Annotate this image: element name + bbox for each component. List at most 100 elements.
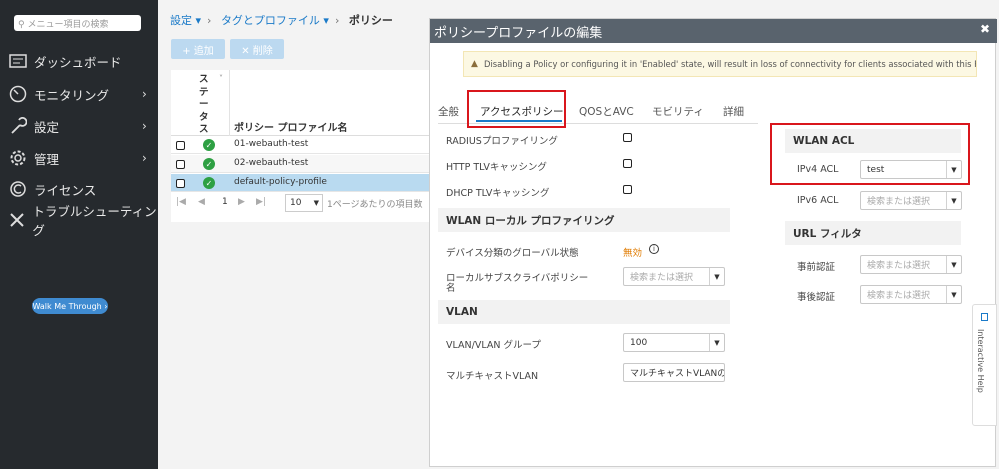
prev-page-icon[interactable]: ◀ [198,197,205,207]
row-checkbox[interactable] [176,179,185,188]
table-row[interactable]: ✓ 02-webauth-test [171,155,433,173]
pre-auth-select[interactable]: 検索または選択 ▼ [860,255,962,274]
nav-configuration[interactable]: 設定 › [8,115,158,137]
warning-icon: ▲ [471,59,478,69]
multicast-vlan-input[interactable]: マルチキャストVLANの, [623,363,725,382]
nav-label: 管理 [34,151,60,167]
warning-banner: ▲ Disabling a Policy or configuring it i… [463,51,977,77]
chevron-right-icon: › [142,119,147,133]
tab-qos-avc[interactable]: QOSとAVC [579,104,634,119]
pre-auth-label: 事前認証 [797,262,836,273]
dhcp-tlv-caching-checkbox[interactable] [623,185,632,194]
current-page: 1 [222,197,228,207]
url-filter-header: URL フィルタ [785,221,961,245]
nav-label: 設定 [34,119,60,135]
policy-name-link[interactable]: default-policy-profile [234,177,327,187]
highlight-box-wlan-acl [770,123,970,185]
interactive-help-tab[interactable]: Interactive Help [972,304,997,426]
nav-dashboard[interactable]: ダッシュボード [8,50,158,72]
per-page-value: 10 [290,198,302,208]
add-button[interactable]: + 追加 [171,39,225,59]
search-placeholder: メニュー項目の検索 [27,20,109,30]
table-row[interactable]: ✓ 01-webauth-test [171,136,433,154]
chevron-right-icon: › [142,87,147,101]
vlan-group-select[interactable]: 100 ▼ [623,333,725,352]
gauge-icon [8,85,28,103]
chevron-right-icon: › [142,151,147,165]
info-icon[interactable]: i [649,244,659,254]
status-column-header[interactable]: ステータス [199,74,211,137]
multicast-vlan-label: マルチキャストVLAN [446,371,539,382]
table-header: ステータス ˅ ポリシー プロファイル名 [171,70,433,136]
caret-down-icon: ▼ [946,256,961,273]
caret-down-icon: ▼ [946,286,961,303]
per-page-select[interactable]: 10 ▼ [285,194,323,212]
walk-me-through-button[interactable]: Walk Me Through › [32,298,108,314]
next-page-icon[interactable]: ▶ [238,197,245,207]
delete-button[interactable]: ✕ 削除 [230,39,284,59]
nav-label: ライセンス [34,182,97,198]
caret-down-icon: ▾ [319,14,329,27]
row-checkbox[interactable] [176,141,185,150]
first-page-icon[interactable]: |◀ [176,197,186,207]
device-classification-label: デバイス分類のグローバル状態 [446,248,579,259]
close-icon[interactable]: ✖ [980,22,990,36]
menu-search-input[interactable]: ⚲ メニュー項目の検索 [14,15,141,31]
table-row-selected[interactable]: ✓ default-policy-profile [171,174,433,192]
local-subscriber-policy-select[interactable]: 検索または選択 ▼ [623,267,725,286]
multicast-vlan-value: マルチキャストVLANの, [630,369,725,379]
nav-label: ダッシュボード [34,54,122,70]
caret-down-icon: ▾ [192,14,202,27]
status-enabled-icon: ✓ [203,139,215,151]
http-tlv-caching-checkbox[interactable] [623,159,632,168]
nav-licensing[interactable]: ライセンス [8,178,158,200]
sidebar: ⚲ メニュー項目の検索 ダッシュボード モニタリング › 設定 › 管理 › ライセン… [0,0,158,469]
tab-mobility[interactable]: モビリティ [652,104,704,119]
select-placeholder: 検索または選択 [867,291,931,301]
wlan-local-profiling-header: WLAN ローカル プロファイリング [438,208,730,232]
breadcrumb-current: ポリシー [348,14,393,27]
post-auth-label: 事後認証 [797,292,836,303]
dialog-title: ポリシープロファイルの編集 [434,25,603,41]
nav-troubleshooting[interactable]: トラブルシューティング [8,204,158,238]
ipv6-acl-select[interactable]: 検索または選択 ▼ [860,191,962,210]
vlan-section-header: VLAN [438,300,730,324]
per-page-label: 1ページあたりの項目数 [327,200,423,210]
policy-name-link[interactable]: 01-webauth-test [234,139,308,149]
select-placeholder: 検索または選択 [867,261,931,271]
license-icon [8,180,28,198]
tab-general[interactable]: 全般 [438,104,459,119]
nav-administration[interactable]: 管理 › [8,147,158,169]
tab-advanced[interactable]: 詳細 [723,104,744,119]
radius-profiling-label: RADIUSプロファイリング [446,136,558,147]
breadcrumb-configuration[interactable]: 設定 [170,14,192,27]
status-enabled-icon: ✓ [203,158,215,170]
highlight-box-tab [467,90,566,128]
local-subscriber-policy-label-2: 名 [446,283,456,294]
http-tlv-caching-label: HTTP TLVキャッシング [446,162,547,173]
select-placeholder: 検索または選択 [630,273,694,283]
dhcp-tlv-caching-label: DHCP TLVキャッシング [446,188,550,199]
policy-name-link[interactable]: 02-webauth-test [234,158,308,168]
sort-chevron-icon[interactable]: ˅ [219,74,223,83]
nav-monitoring[interactable]: モニタリング › [8,83,158,105]
radius-profiling-checkbox[interactable] [623,133,632,142]
last-page-icon[interactable]: ▶| [256,197,266,207]
breadcrumb: 設定 ▾ › タグとプロファイル ▾ › ポリシー [170,12,393,28]
breadcrumb-tags-profiles[interactable]: タグとプロファイル [221,14,320,27]
select-placeholder: 検索または選択 [867,197,931,207]
post-auth-select[interactable]: 検索または選択 ▼ [860,285,962,304]
nav-label: モニタリング [34,87,110,103]
name-column-header[interactable]: ポリシー プロファイル名 [234,119,347,134]
row-checkbox[interactable] [176,160,185,169]
warning-text: Disabling a Policy or configuring it in … [484,59,977,69]
caret-down-icon: ▼ [946,192,961,209]
local-subscriber-policy-label: ローカルサブスクライバポリシー [446,273,589,284]
status-enabled-icon: ✓ [203,177,215,189]
nav-label: トラブルシューティング [32,204,157,238]
vlan-group-label: VLAN/VLAN グループ [446,340,541,351]
edit-policy-profile-dialog: ポリシープロファイルの編集 ✖ ▲ Disabling a Policy or … [429,18,997,467]
pagination: |◀ ◀ 1 ▶ ▶| 10 ▼ 1ページあたりの項目数 [171,194,433,214]
column-divider [229,70,230,136]
vlan-group-value: 100 [630,337,648,348]
